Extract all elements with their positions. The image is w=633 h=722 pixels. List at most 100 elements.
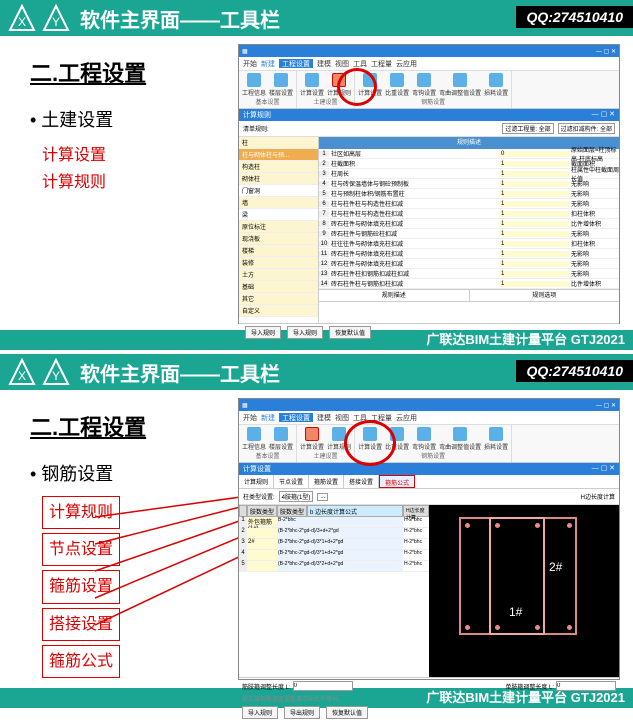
window-controls[interactable]: — ▢ ✕ <box>596 48 616 55</box>
ribbon-floor[interactable]: 楼层设置 <box>269 442 293 451</box>
table-row[interactable]: 4柱与砖保温墙体与钢砼预制板1无影响 <box>319 179 619 189</box>
export-rule-btn[interactable]: 导出规则 <box>284 706 320 719</box>
ribbon-projinfo[interactable]: 工程信息 <box>242 442 266 451</box>
menu-model[interactable]: 建模 <box>317 59 331 68</box>
tree-item[interactable]: 梁 <box>239 209 318 221</box>
ribbon-icon-loss[interactable] <box>489 73 503 87</box>
menu-qty[interactable]: 工程量 <box>371 413 392 422</box>
tree-item[interactable]: 构造柱 <box>239 161 318 173</box>
ribbon-hook[interactable]: 弯钩设置 <box>412 88 436 97</box>
ribbon-icon-calc2[interactable] <box>363 427 377 441</box>
table-row[interactable]: 2(B-2*bhc-2*gd-d)/3+d+2*gdH-2*bhc <box>239 528 429 539</box>
ribbon-icon-hook[interactable] <box>417 73 431 87</box>
ribbon-weight[interactable]: 比重设置 <box>385 442 409 451</box>
ribbon-calc-setting[interactable]: 计算设置 <box>300 442 324 451</box>
ribbon-calc-rule[interactable]: 计算规则 <box>327 88 351 97</box>
tree-item[interactable]: 门窗洞 <box>239 185 318 197</box>
tab-node[interactable]: 节点设置 <box>274 475 309 488</box>
restore-default-btn[interactable]: 恢复默认值 <box>326 706 368 719</box>
menu-cloud[interactable]: 云应用 <box>396 59 417 68</box>
ribbon-calc2[interactable]: 计算设置 <box>358 88 382 97</box>
ribbon-bend[interactable]: 弯曲调整值设置 <box>439 442 481 451</box>
sub-window-controls[interactable]: — ▢ ✕ <box>592 110 615 120</box>
tree-item[interactable]: 柱 <box>239 137 318 149</box>
menu-model[interactable]: 建模 <box>317 413 331 422</box>
ribbon-icon-hook[interactable] <box>417 427 431 441</box>
menu-project-setting[interactable]: 工程设置 <box>279 59 313 68</box>
import-rule-btn[interactable]: 导入规则 <box>242 706 278 719</box>
ribbon-projinfo[interactable]: 工程信息 <box>242 88 266 97</box>
table-row[interactable]: 14砖石柱件柱与钢筋扣柱扣减1比件增体积 <box>319 279 619 289</box>
tree-item[interactable]: 砌体柱 <box>239 173 318 185</box>
ribbon-icon-rule[interactable] <box>332 427 346 441</box>
tree-item[interactable]: 其它 <box>239 293 318 305</box>
import-rule-btn[interactable]: 导入规则 <box>245 326 281 339</box>
table-row[interactable]: 5(B-2*bhc-2*gd-d)/3*2+d+2*gdH-2*bhc <box>239 561 429 572</box>
sub-window-controls[interactable]: — ▢ ✕ <box>592 464 615 474</box>
ribbon-loss[interactable]: 损耗设置 <box>484 88 508 97</box>
menu-new[interactable]: 新建 <box>261 413 275 422</box>
tab-formula[interactable]: 箍筋公式 <box>379 475 415 488</box>
ribbon-bend[interactable]: 弯曲调整值设置 <box>439 88 481 97</box>
tab-lap[interactable]: 搭接设置 <box>344 475 379 488</box>
menubar[interactable]: 开始 新建 工程设置 建模 视图 工具 工程量 云应用 <box>239 411 619 425</box>
ribbon-weight[interactable]: 比重设置 <box>385 88 409 97</box>
more-btn[interactable]: ... <box>317 493 328 501</box>
ribbon-icon-weight[interactable] <box>390 73 404 87</box>
menu-start[interactable]: 开始 <box>243 413 257 422</box>
tree-item[interactable]: 装修 <box>239 257 318 269</box>
menu-cloud[interactable]: 云应用 <box>396 413 417 422</box>
tab-calc-rule[interactable]: 计算规则 <box>239 475 274 488</box>
menu-new[interactable]: 新建 <box>261 59 275 68</box>
menu-view[interactable]: 视图 <box>335 413 349 422</box>
ribbon-icon-projinfo[interactable] <box>247 427 261 441</box>
filter-deduct-dd[interactable]: 过滤扣减构件: 全部 <box>558 123 615 134</box>
ribbon-hook[interactable]: 弯钩设置 <box>412 442 436 451</box>
fld2-input[interactable] <box>556 681 616 691</box>
ribbon-icon-calc2[interactable] <box>363 73 377 87</box>
column-type-dd[interactable]: 4肢箍(1型) <box>279 491 314 502</box>
menu-qty[interactable]: 工程量 <box>371 59 392 68</box>
import-rule-btn-2[interactable]: 导入规则 <box>287 326 323 339</box>
table-row[interactable]: 13砖石柱件柱扣钢筋扣减柱扣减1无影响 <box>319 269 619 279</box>
tree-item[interactable]: 原位标注 <box>239 221 318 233</box>
table-row[interactable]: 12砖石柱件与砌体填充柱扣减1无影响 <box>319 259 619 269</box>
tree-item[interactable]: 墙 <box>239 197 318 209</box>
window-controls[interactable]: — ▢ ✕ <box>596 402 616 409</box>
tree-item[interactable]: 楼梯 <box>239 245 318 257</box>
tab-hoop[interactable]: 箍筋设置 <box>309 475 344 488</box>
ribbon-loss[interactable]: 损耗设置 <box>484 442 508 451</box>
table-row[interactable]: 7柱与柱件柱与构造性柱扣减1扣柱体积 <box>319 209 619 219</box>
menubar[interactable]: 开始 新建 工程设置 建模 视图 工具 工程量 云应用 <box>239 57 619 71</box>
tree-item[interactable]: 现浇板 <box>239 233 318 245</box>
table-row[interactable]: 1社区如高层0原始面层=柱顶标高-柱底标高 <box>319 149 619 159</box>
ribbon-icon-bend[interactable] <box>453 427 467 441</box>
tree-item[interactable]: 自定义 <box>239 305 318 317</box>
table-row[interactable]: 6柱与柱件柱与构造性柱扣减1无影响 <box>319 199 619 209</box>
ribbon-calc-setting[interactable]: 计算设置 <box>300 88 324 97</box>
table-row[interactable]: 32#(B-2*bhc-2*gd-d)/3*1+d+2*gdH-2*bhc <box>239 539 429 550</box>
menu-start[interactable]: 开始 <box>243 59 257 68</box>
ribbon-icon-calc[interactable] <box>305 73 319 87</box>
table-row[interactable]: 8砖石柱件与砌体填充柱扣减1比件增体积 <box>319 219 619 229</box>
ribbon-icon-rule[interactable] <box>332 73 346 87</box>
menu-view[interactable]: 视图 <box>335 59 349 68</box>
table-row[interactable]: 4(B-2*bhc-2*gd-d)/3*1+d+2*gdH-2*bhc <box>239 550 429 561</box>
ribbon-icon-weight[interactable] <box>390 427 404 441</box>
table-row[interactable]: 1外包箍筋(1#)B-2*bhcH-2*bhc <box>239 517 429 528</box>
menu-project-setting[interactable]: 工程设置 <box>279 413 313 422</box>
ribbon-calc-rule[interactable]: 计算规则 <box>327 442 351 451</box>
ribbon-icon-floor[interactable] <box>274 427 288 441</box>
ribbon-icon-floor[interactable] <box>274 73 288 87</box>
filter-qty-dd[interactable]: 过滤工程量: 全部 <box>502 123 553 134</box>
table-row[interactable]: 3柱周长1柱属性中柱截面周长值 <box>319 169 619 179</box>
restore-default-btn[interactable]: 恢复默认值 <box>329 326 371 339</box>
ribbon-icon-bend[interactable] <box>453 73 467 87</box>
ribbon-icon-projinfo[interactable] <box>247 73 261 87</box>
tree-item[interactable]: 土方 <box>239 269 318 281</box>
table-row[interactable]: 5柱与预制柱体积/钢筋布置柱1无影响 <box>319 189 619 199</box>
ribbon-floor[interactable]: 楼层设置 <box>269 88 293 97</box>
table-row[interactable]: 10柱往往件与砌体填充柱扣减1扣柱体积 <box>319 239 619 249</box>
ribbon-icon-loss[interactable] <box>489 427 503 441</box>
ribbon-calc2[interactable]: 计算设置 <box>358 442 382 451</box>
